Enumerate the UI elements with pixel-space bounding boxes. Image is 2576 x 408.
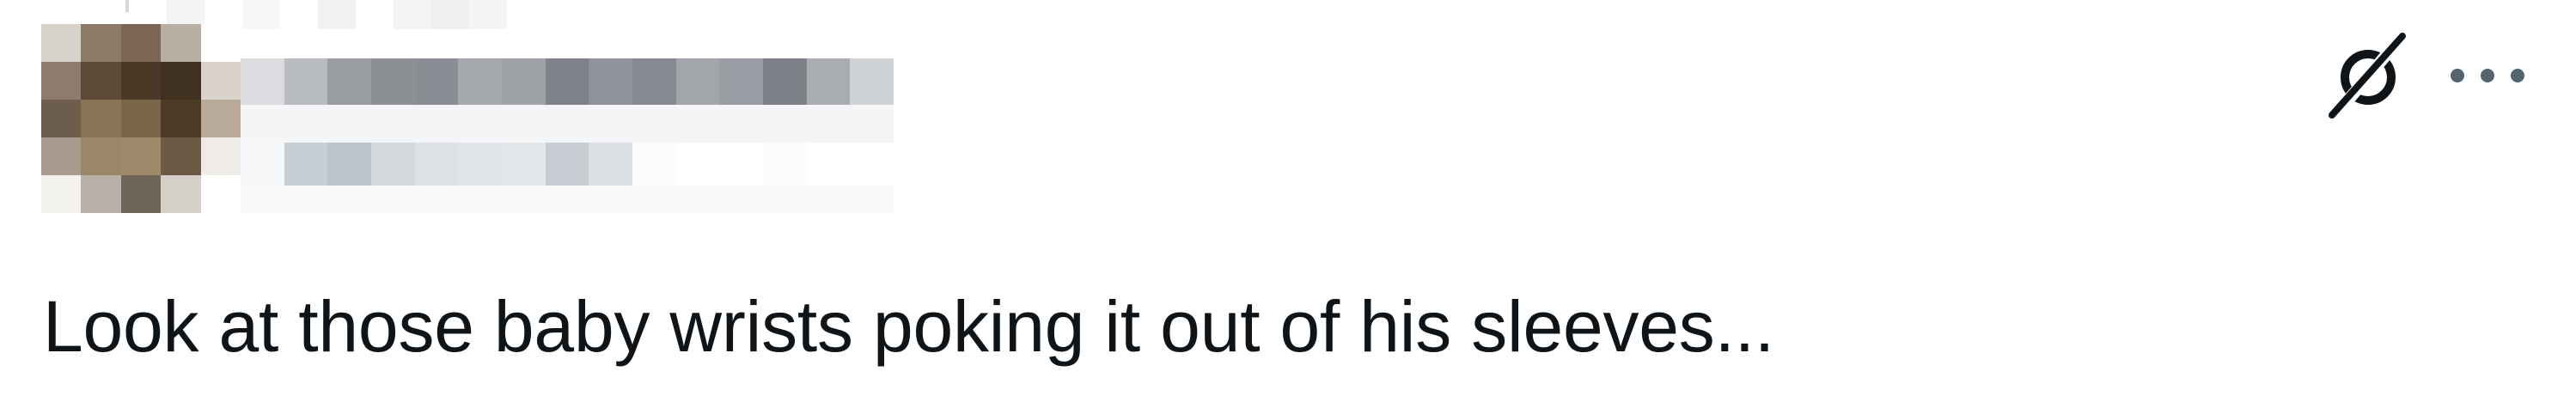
handle-redacted xyxy=(241,143,894,186)
redacted-strip-bottom xyxy=(241,186,894,213)
grok-icon[interactable] xyxy=(2325,31,2411,120)
author-redacted[interactable] xyxy=(241,58,894,213)
post-text: Look at those baby wrists poking it out … xyxy=(43,286,1775,367)
more-dot xyxy=(2481,69,2494,82)
post-header-actions xyxy=(2325,31,2524,120)
redacted-strip-mid xyxy=(241,105,894,143)
post[interactable]: Look at those baby wrists poking it out … xyxy=(0,0,2576,408)
more-horizontal-icon[interactable] xyxy=(2451,67,2524,84)
avatar-redacted[interactable] xyxy=(41,24,241,213)
more-dot xyxy=(2451,69,2464,82)
more-dot xyxy=(2511,69,2524,82)
display-name-redacted xyxy=(241,58,894,105)
